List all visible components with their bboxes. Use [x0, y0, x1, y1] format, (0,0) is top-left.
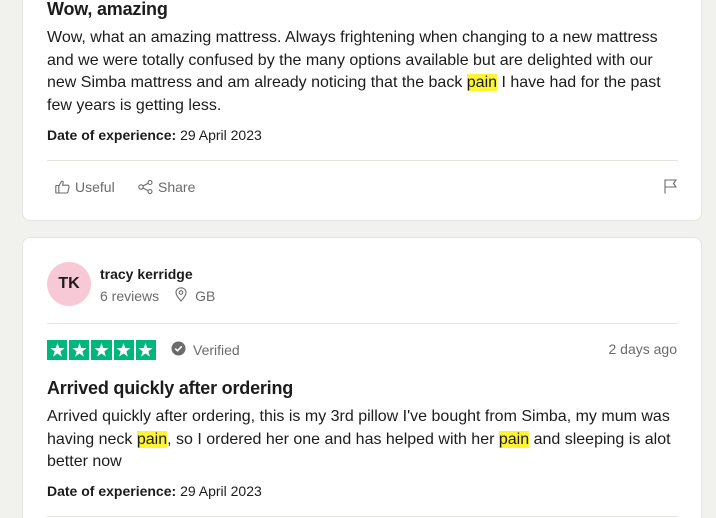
location-pin-icon	[175, 287, 187, 305]
share-button[interactable]: Share	[138, 179, 195, 195]
avatar[interactable]: TK	[47, 262, 91, 306]
review-body: Arrived quickly after ordering, this is …	[47, 406, 677, 474]
date-label: Date of experience:	[47, 127, 177, 143]
divider	[47, 516, 678, 517]
star-icon	[113, 340, 134, 360]
verified-label: Verified	[193, 342, 240, 358]
reviewer-location: GB	[175, 287, 215, 305]
thumbs-up-icon	[55, 180, 70, 194]
divider	[47, 160, 678, 161]
review-count: 6 reviews	[100, 288, 160, 304]
review-card: TK tracy kerridge 6 reviews GB Verified …	[22, 237, 702, 518]
verified-badge[interactable]: Verified	[171, 341, 240, 359]
reviewer-name[interactable]: tracy kerridge	[100, 266, 193, 282]
divider	[47, 323, 678, 324]
reviewer-meta: 6 reviews GB	[100, 287, 215, 305]
star-rating	[47, 340, 156, 360]
date-value: 29 April 2023	[180, 127, 262, 143]
star-icon	[47, 340, 68, 360]
highlighted-term: pain	[466, 74, 498, 91]
date-of-experience: Date of experience: 29 April 2023	[47, 127, 262, 143]
highlighted-term: pain	[498, 430, 530, 448]
date-label: Date of experience:	[47, 483, 177, 499]
date-of-experience: Date of experience: 29 April 2023	[47, 483, 262, 499]
review-title[interactable]: Wow, amazing	[47, 0, 168, 20]
useful-button[interactable]: Useful	[55, 179, 115, 195]
review-body: Wow, what an amazing mattress. Always fr…	[47, 27, 677, 117]
star-icon	[91, 340, 112, 360]
verified-check-icon	[171, 341, 186, 359]
star-icon	[135, 340, 156, 360]
review-card: Wow, amazing Wow, what an amazing mattre…	[22, 0, 702, 221]
flag-icon[interactable]	[664, 179, 678, 199]
star-icon	[69, 340, 90, 360]
useful-label: Useful	[75, 179, 115, 195]
date-value: 29 April 2023	[180, 483, 262, 499]
review-title[interactable]: Arrived quickly after ordering	[47, 378, 293, 399]
country-code: GB	[195, 288, 216, 304]
review-text: , so I ordered her one and has helped wi…	[167, 430, 499, 448]
share-icon	[138, 180, 153, 194]
share-label: Share	[158, 179, 196, 195]
highlighted-term: pain	[136, 430, 168, 448]
review-posted-date: 2 days ago	[608, 341, 678, 357]
